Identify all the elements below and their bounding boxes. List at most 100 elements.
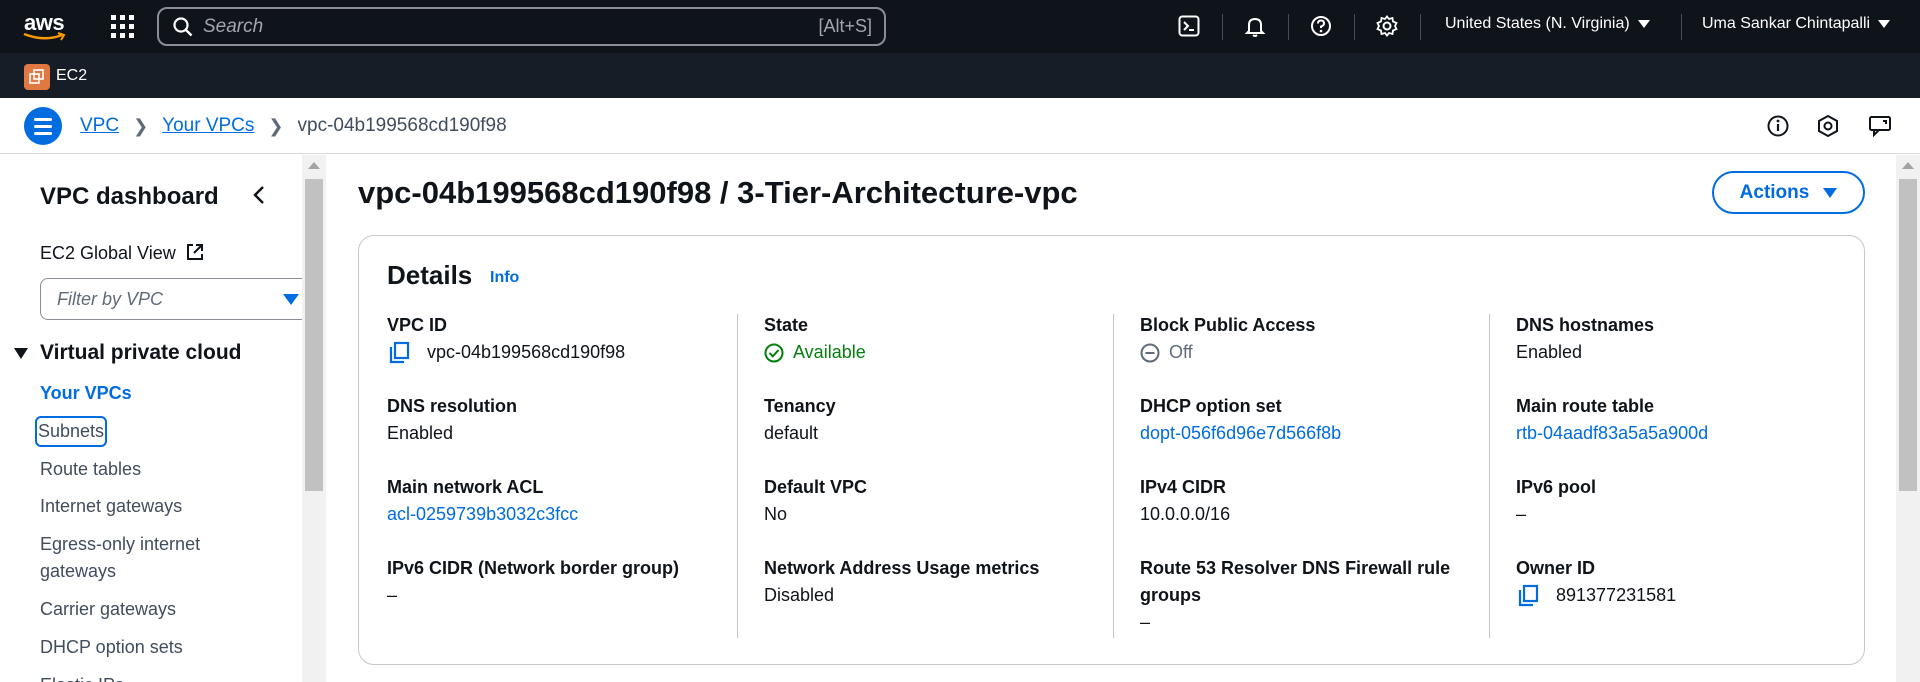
- copy-icon[interactable]: [387, 341, 411, 365]
- field-value: –: [1516, 504, 1527, 524]
- section-virtual-private-cloud[interactable]: Virtual private cloud: [14, 341, 242, 365]
- field-ipv4-cidr: IPv4 CIDR 10.0.0.0/16: [1140, 474, 1480, 528]
- actions-button[interactable]: Actions: [1712, 171, 1865, 214]
- chevron-right-icon: ❯: [133, 115, 149, 136]
- info-link[interactable]: Info: [490, 269, 519, 287]
- services-menu-icon[interactable]: [110, 14, 134, 38]
- field-ipv6-cidr: IPv6 CIDR (Network border group) –: [387, 555, 727, 609]
- field-value: Disabled: [764, 585, 835, 605]
- main-route-table-link[interactable]: rtb-04aadf83a5a5a900d: [1516, 420, 1856, 447]
- security-shield-icon[interactable]: [1816, 114, 1840, 138]
- field-dns-resolution: DNS resolution Enabled: [387, 393, 727, 447]
- field-value: No: [764, 504, 788, 524]
- top-navigation: aws [Alt+S] United States (N. Virginia) …: [0, 0, 1920, 53]
- field-label: IPv6 CIDR (Network border group): [387, 558, 680, 578]
- account-caret-icon: [1878, 19, 1891, 28]
- sidebar-item-egress-only-internet-gateways[interactable]: Egress-only internet gateways: [40, 531, 260, 585]
- service-label[interactable]: EC2: [56, 67, 87, 85]
- region-label: United States (N. Virginia): [1445, 15, 1630, 32]
- ec2-global-view-link[interactable]: EC2 Global View: [40, 242, 205, 264]
- hamburger-menu-icon[interactable]: [24, 107, 62, 145]
- field-dhcp-option-set: DHCP option set dopt-056f6d96e7d566f8b: [1140, 393, 1480, 447]
- sidebar-item-route-tables[interactable]: Route tables: [40, 456, 141, 483]
- sidebar-title[interactable]: VPC dashboard: [40, 183, 219, 211]
- chevron-right-icon: ❯: [268, 115, 284, 136]
- sidebar-scrollbar[interactable]: [302, 155, 326, 682]
- settings-gear-icon[interactable]: [1373, 12, 1401, 40]
- field-default-vpc: Default VPC No: [764, 474, 1104, 528]
- field-label: State: [764, 315, 809, 335]
- field-value: vpc-04b199568cd190f98: [427, 342, 626, 362]
- region-selector[interactable]: United States (N. Virginia): [1445, 15, 1650, 33]
- info-panel-icon[interactable]: [1766, 114, 1790, 138]
- field-network-address-usage-metrics: Network Address Usage metrics Disabled: [764, 555, 1104, 609]
- vpc-filter-input[interactable]: [57, 288, 257, 310]
- account-menu[interactable]: Uma Sankar Chintapalli: [1702, 15, 1891, 33]
- field-main-route-table: Main route table rtb-04aadf83a5a5a900d: [1516, 393, 1856, 447]
- side-navigation: VPC dashboard EC2 Global View Virtual pr…: [0, 155, 304, 682]
- page-title: vpc-04b199568cd190f98 / 3-Tier-Architect…: [358, 175, 1078, 210]
- field-value: default: [764, 423, 819, 443]
- field-value: Enabled: [1516, 342, 1583, 362]
- field-vpc-id: VPC ID vpc-04b199568cd190f98: [387, 312, 727, 366]
- field-label: VPC ID: [387, 315, 448, 335]
- search-input[interactable]: [203, 15, 763, 38]
- sidebar-item-your-vpcs[interactable]: Your VPCs: [40, 380, 132, 407]
- field-label: DNS resolution: [387, 396, 518, 416]
- field-tenancy: Tenancy default: [764, 393, 1104, 447]
- field-value: Enabled: [387, 423, 454, 443]
- sidebar-item-subnets[interactable]: Subnets: [34, 416, 108, 447]
- main-scrollbar[interactable]: [1896, 155, 1920, 682]
- field-owner-id: Owner ID 891377231581: [1516, 555, 1856, 609]
- field-label: DNS hostnames: [1516, 315, 1655, 335]
- field-label: IPv6 pool: [1516, 477, 1597, 497]
- field-label: Route 53 Resolver DNS Firewall rule grou…: [1140, 558, 1451, 605]
- vpc-filter-select[interactable]: [40, 278, 304, 320]
- field-label: Main route table: [1516, 396, 1655, 416]
- help-icon[interactable]: [1307, 12, 1335, 40]
- copy-icon[interactable]: [1516, 584, 1540, 608]
- search-shortcut: [Alt+S]: [818, 16, 872, 36]
- sidebar-item-dhcp-option-sets[interactable]: DHCP option sets: [40, 634, 183, 661]
- status-off: Off: [1169, 342, 1193, 362]
- main-network-acl-link[interactable]: acl-0259739b3032c3fcc: [387, 501, 727, 528]
- field-label: Tenancy: [764, 396, 836, 416]
- feedback-icon[interactable]: [1868, 114, 1892, 138]
- dhcp-option-set-link[interactable]: dopt-056f6d96e7d566f8b: [1140, 420, 1480, 447]
- sidebar-item-internet-gateways[interactable]: Internet gateways: [40, 493, 182, 520]
- breadcrumb: VPC ❯ Your VPCs ❯ vpc-04b199568cd190f98: [80, 115, 507, 137]
- sidebar-item-elastic-ips[interactable]: Elastic IPs: [40, 672, 124, 682]
- account-name: Uma Sankar Chintapalli: [1702, 15, 1871, 32]
- field-label: Default VPC: [764, 477, 868, 497]
- field-value: 891377231581: [1556, 585, 1677, 605]
- ec2-global-view-label: EC2 Global View: [40, 243, 176, 263]
- breadcrumb-bar: VPC ❯ Your VPCs ❯ vpc-04b199568cd190f98: [0, 98, 1920, 154]
- field-main-network-acl: Main network ACL acl-0259739b3032c3fcc: [387, 474, 727, 528]
- ec2-service-icon[interactable]: [24, 64, 50, 90]
- sidebar-item-carrier-gateways[interactable]: Carrier gateways: [40, 596, 176, 623]
- field-value: –: [1140, 612, 1151, 632]
- region-caret-icon: [1637, 19, 1650, 28]
- field-block-public-access: Block Public Access Off: [1140, 312, 1480, 366]
- notifications-bell-icon[interactable]: [1241, 12, 1269, 40]
- section-label: Virtual private cloud: [40, 341, 242, 364]
- service-bar: EC2: [0, 53, 1920, 98]
- minus-circle-icon: [1140, 343, 1160, 362]
- status-available: Available: [793, 342, 866, 362]
- field-state: State Available: [764, 312, 1104, 366]
- actions-label: Actions: [1739, 181, 1810, 203]
- aws-logo[interactable]: aws: [22, 8, 70, 44]
- breadcrumb-your-vpcs[interactable]: Your VPCs: [162, 115, 254, 137]
- field-label: Owner ID: [1516, 558, 1596, 578]
- field-label: IPv4 CIDR: [1140, 477, 1227, 497]
- check-circle-icon: [764, 343, 784, 362]
- breadcrumb-vpc[interactable]: VPC: [80, 115, 119, 137]
- search-icon: [173, 16, 193, 36]
- cloudshell-icon[interactable]: [1175, 12, 1203, 40]
- search-bar[interactable]: [Alt+S]: [157, 7, 886, 46]
- field-value: –: [387, 585, 398, 605]
- collapse-sidebar-icon[interactable]: [252, 185, 266, 205]
- breadcrumb-current: vpc-04b199568cd190f98: [297, 115, 507, 136]
- caret-down-icon: [14, 347, 28, 359]
- chevron-down-icon: [283, 294, 299, 305]
